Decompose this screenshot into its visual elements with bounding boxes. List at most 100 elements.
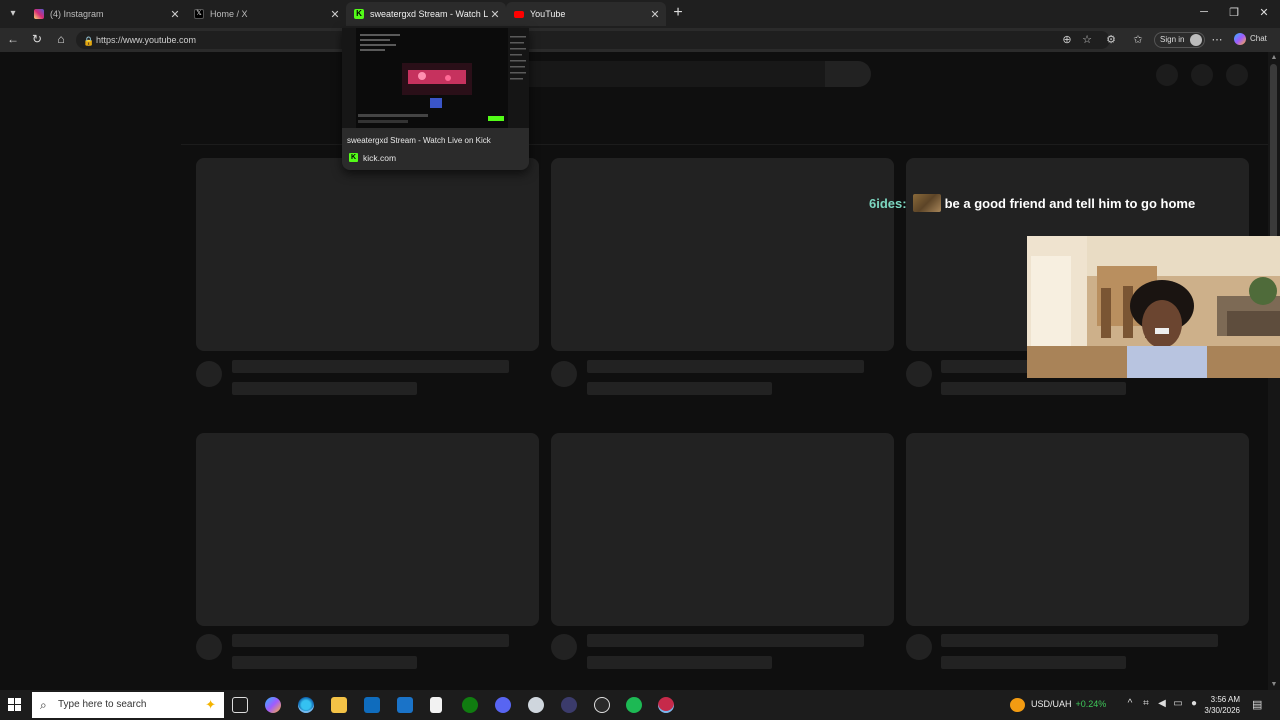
currency-widget-icon[interactable] xyxy=(1010,698,1025,712)
more-menu-icon[interactable]: ⋯ xyxy=(1210,33,1224,46)
start-button[interactable] xyxy=(8,698,22,712)
favorites-icon[interactable]: ✩ xyxy=(1131,33,1145,46)
discord-icon[interactable] xyxy=(495,697,511,713)
network-icon[interactable]: ⌗ xyxy=(1140,698,1152,709)
tab-title: (4) Instagram xyxy=(50,9,104,19)
volume-icon[interactable]: ◀ xyxy=(1156,698,1168,709)
tab-kick[interactable]: K sweatergxd Stream - Watch Live on Kick… xyxy=(346,2,506,26)
channel-avatar-skeleton xyxy=(906,361,932,387)
clock-date: 3/30/2026 xyxy=(1204,706,1240,715)
header-icon-skeleton xyxy=(1226,64,1248,86)
video-thumbnail-skeleton xyxy=(196,158,539,351)
ticker-change: +0.24% xyxy=(1075,699,1107,709)
channel-avatar-skeleton xyxy=(196,361,222,387)
tab-youtube[interactable]: YouTube ✕ xyxy=(506,2,666,26)
notepad-icon[interactable] xyxy=(430,697,442,713)
tab-preview-domain: kick.com xyxy=(363,153,397,163)
channel-avatar-skeleton xyxy=(196,634,222,660)
refresh-button[interactable]: ↻ xyxy=(29,32,45,46)
meta-skeleton xyxy=(232,656,417,669)
lock-icon: 🔒 xyxy=(83,36,95,46)
title-skeleton xyxy=(587,360,864,373)
chat-message: be a good friend and tell him to go home xyxy=(944,195,1196,211)
webcam-feed xyxy=(1027,236,1280,378)
sign-in-label: Sign in xyxy=(1160,35,1185,44)
spotify-icon[interactable] xyxy=(626,697,642,713)
tab-preview-title: sweatergxd Stream - Watch Live on Kick xyxy=(347,136,491,145)
close-tab-icon[interactable]: ✕ xyxy=(328,8,342,21)
file-explorer-icon[interactable] xyxy=(331,697,347,713)
close-tab-icon[interactable]: ✕ xyxy=(648,8,662,21)
obs-icon[interactable] xyxy=(594,697,610,713)
edge-browser-icon[interactable] xyxy=(298,697,314,713)
title-skeleton xyxy=(941,634,1218,647)
close-tab-icon[interactable]: ✕ xyxy=(168,8,182,21)
new-tab-button[interactable]: + xyxy=(670,5,686,21)
search-highlight-icon: ✦ xyxy=(205,697,216,712)
home-button[interactable]: ⌂ xyxy=(53,32,69,46)
scroll-up-arrow[interactable]: ▲ xyxy=(1268,54,1280,61)
tab-actions-menu-button[interactable]: ▾ xyxy=(4,5,22,23)
favorite-star-icon[interactable]: ☆ xyxy=(1080,33,1094,46)
address-bar[interactable]: 🔒 https://www.youtube.com xyxy=(76,31,1110,49)
copilot-taskbar-icon[interactable] xyxy=(265,697,281,713)
search-button-skeleton xyxy=(825,61,871,87)
maximize-button[interactable]: ❐ xyxy=(1227,6,1241,19)
microsoft-store-icon[interactable] xyxy=(364,697,380,713)
app-icon[interactable] xyxy=(561,697,577,713)
copilot-label: Chat xyxy=(1250,34,1267,44)
meta-skeleton xyxy=(587,656,772,669)
channel-avatar-skeleton xyxy=(551,361,577,387)
close-tab-icon[interactable]: ✕ xyxy=(488,8,502,21)
chat-username: 6ides: xyxy=(869,195,907,211)
copilot-button[interactable]: Chat xyxy=(1234,33,1267,45)
video-thumbnail-skeleton xyxy=(551,158,894,351)
scroll-down-arrow[interactable]: ▼ xyxy=(1268,681,1280,688)
avatar xyxy=(1190,34,1203,46)
browser-toolbar: ← ↻ ⌂ 🔒 https://www.youtube.com ⊕ ☆ ⚙ ✩ … xyxy=(0,28,1280,52)
instagram-icon xyxy=(34,9,44,19)
close-window-button[interactable]: ✕ xyxy=(1257,6,1271,19)
app-icon[interactable] xyxy=(528,697,544,713)
taskbar-search-box[interactable]: ⌕ Type here to search ✦ xyxy=(32,692,224,718)
tab-preview-thumbnail xyxy=(342,28,529,128)
extensions-icon[interactable]: ⚙ xyxy=(1104,33,1118,46)
tab-title: Home / X xyxy=(210,9,248,19)
header-icon-skeleton xyxy=(1191,64,1213,86)
x-logo-icon: 𝕏 xyxy=(194,9,204,19)
sign-in-button[interactable]: Sign in xyxy=(1154,32,1206,48)
tab-instagram[interactable]: (4) Instagram ✕ xyxy=(26,2,186,26)
zoom-icon[interactable]: ⊕ xyxy=(1060,33,1074,46)
title-skeleton xyxy=(232,634,509,647)
notifications-icon[interactable]: ▤ xyxy=(1252,698,1262,711)
copilot-icon xyxy=(1234,33,1246,45)
meta-skeleton xyxy=(232,382,417,395)
stream-chat-overlay: 6ides: be a good friend and tell him to … xyxy=(869,194,1195,212)
xbox-icon[interactable] xyxy=(462,697,478,713)
windows-taskbar: ⌕ Type here to search ✦ USD/UAH +0.24% ^ … xyxy=(0,690,1280,720)
search-icon: ⌕ xyxy=(40,698,47,712)
task-view-icon[interactable] xyxy=(232,697,248,713)
meta-skeleton xyxy=(587,382,772,395)
url-text: https://www.youtube.com xyxy=(96,35,197,45)
system-clock[interactable]: 3:56 AM 3/30/2026 xyxy=(1200,694,1240,716)
minimize-button[interactable]: ─ xyxy=(1197,6,1211,18)
microphone-icon[interactable]: ● xyxy=(1188,698,1200,709)
app-icon[interactable] xyxy=(658,697,674,713)
back-button[interactable]: ← xyxy=(5,32,21,46)
tab-title: YouTube xyxy=(530,9,566,19)
meta-skeleton xyxy=(941,382,1126,395)
meta-skeleton xyxy=(941,656,1126,669)
display-icon[interactable]: ▭ xyxy=(1172,698,1184,709)
header-icon-skeleton xyxy=(1156,64,1178,86)
chevron-up-icon[interactable]: ^ xyxy=(1124,698,1136,709)
tab-x[interactable]: 𝕏 Home / X ✕ xyxy=(186,2,346,26)
currency-widget[interactable]: USD/UAH +0.24% xyxy=(1031,699,1106,709)
title-skeleton xyxy=(232,360,509,373)
channel-avatar-skeleton xyxy=(906,634,932,660)
tab-title: sweatergxd Stream - Watch Live on Kick xyxy=(370,9,488,19)
mail-icon[interactable] xyxy=(397,697,413,713)
kick-icon: K xyxy=(354,9,364,19)
title-skeleton xyxy=(587,634,864,647)
youtube-icon xyxy=(514,10,524,18)
